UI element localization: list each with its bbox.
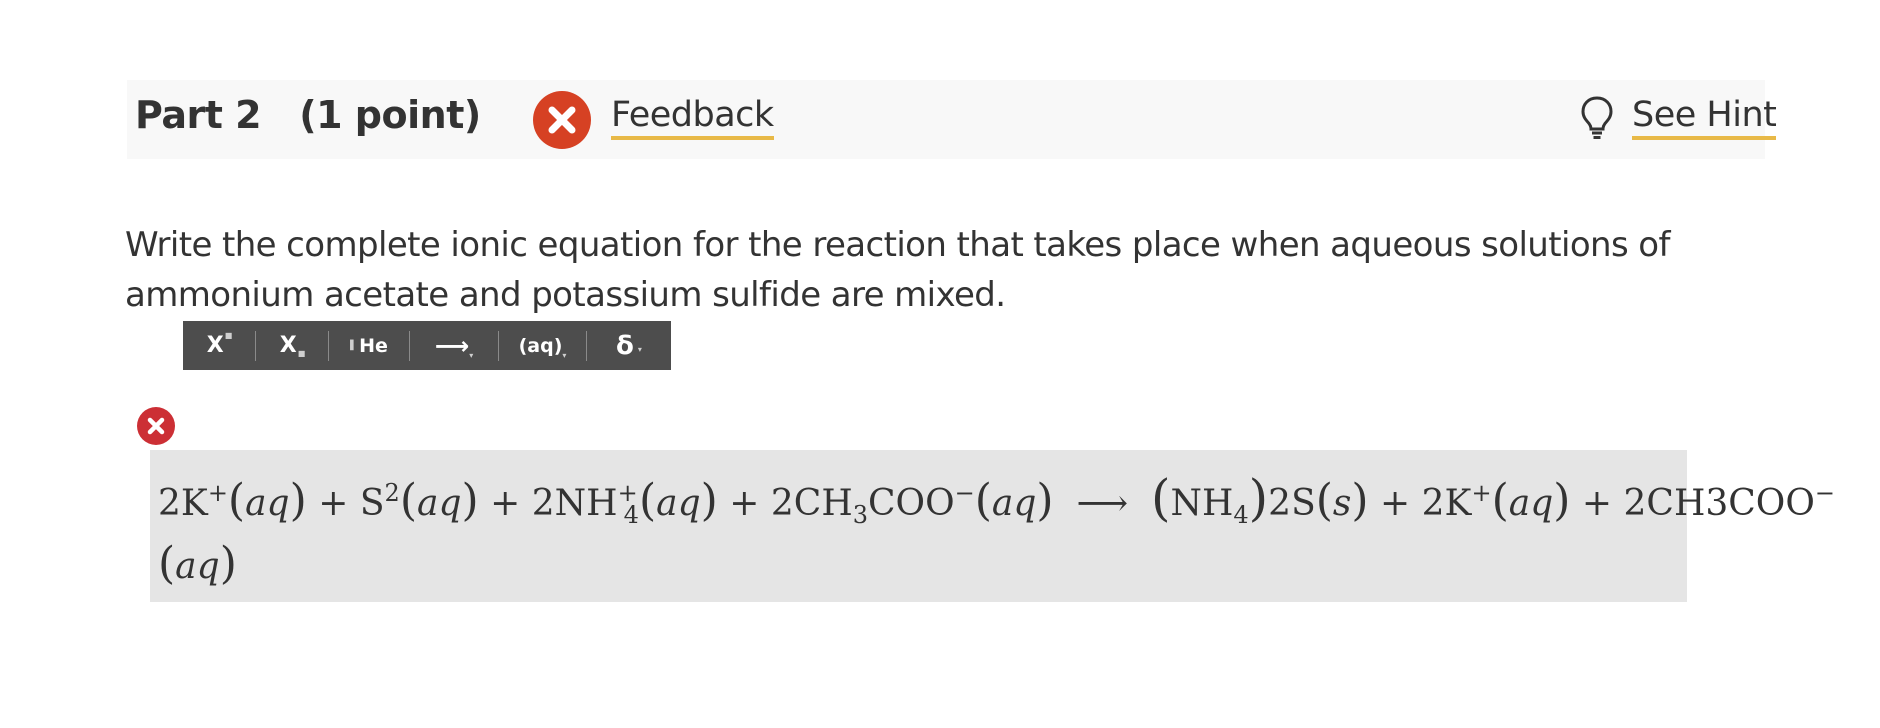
superscript-button[interactable]: X ■ (183, 321, 255, 370)
close-icon[interactable] (533, 91, 591, 149)
reactant-sulfide: S2(aq) (359, 475, 479, 526)
answer-equation: 2K+(aq) + S2(aq) + 2NH+4(aq) + 2CH3COO−(… (158, 468, 1835, 597)
formula-toolbar: X ■ X ■ ▌ He ⟶ ▾ (aq) ▾ δ ▾ (183, 321, 671, 370)
incorrect-icon (137, 407, 175, 445)
element-button[interactable]: ▌ He (329, 321, 409, 370)
subscript-button[interactable]: X ■ (256, 321, 328, 370)
reactant-ammonium: 2NH+4(aq) (531, 475, 718, 529)
product-ammonium-sulfide: (NH4)2S(s) (1150, 469, 1369, 529)
product-k: 2K+(aq) (1421, 475, 1571, 526)
feedback-link[interactable]: Feedback (611, 95, 774, 140)
points-label: (1 point) (299, 93, 481, 137)
reactant-k: 2K+(aq) (158, 475, 307, 526)
reaction-arrow: ⟶ (1076, 483, 1129, 524)
see-hint-link[interactable]: See Hint (1632, 95, 1777, 140)
reaction-arrow-button[interactable]: ⟶ ▾ (410, 321, 498, 370)
part-title: Part 2 (1 point) (135, 93, 481, 137)
state-aq-button[interactable]: (aq) ▾ (499, 321, 586, 370)
product-acetate-state: (aq) (158, 538, 237, 589)
part-label: Part 2 (135, 93, 262, 137)
question-text: Write the complete ionic equation for th… (125, 225, 1670, 315)
product-acetate: 2CH3COO− (1623, 479, 1835, 524)
reactant-acetate: 2CH3COO−(aq) (770, 475, 1054, 529)
answer-input[interactable]: 2K+(aq) + S2(aq) + 2NH+4(aq) + 2CH3COO−(… (150, 450, 1835, 602)
lightbulb-icon[interactable] (1580, 95, 1614, 141)
delta-button[interactable]: δ ▾ (587, 321, 667, 370)
